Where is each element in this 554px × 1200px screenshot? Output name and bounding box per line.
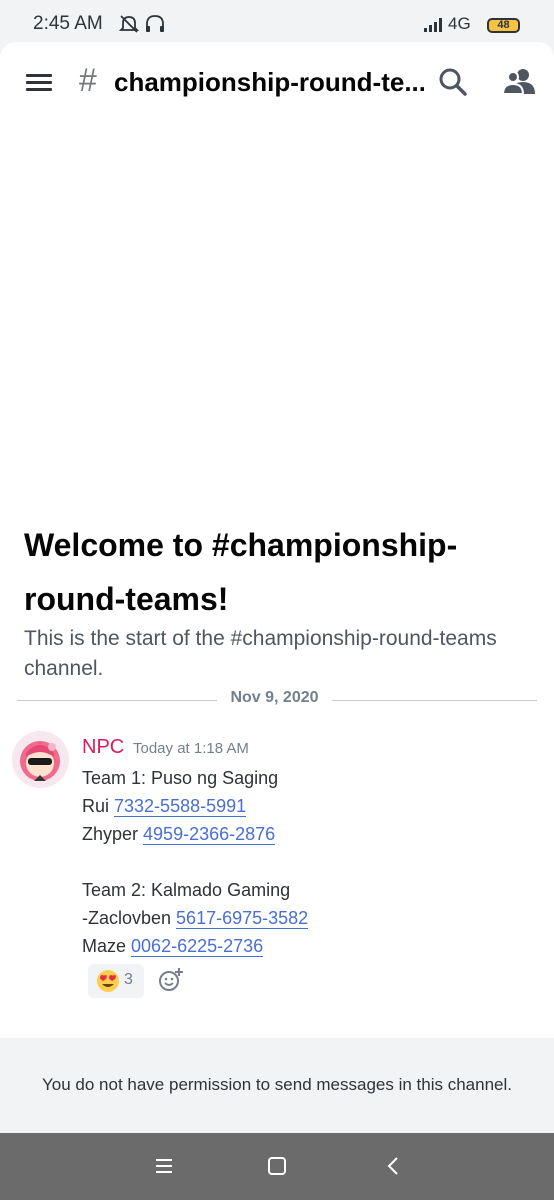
message-author[interactable]: NPC: [82, 736, 124, 759]
channel-title[interactable]: championship-round-te...: [114, 67, 424, 98]
divider-date: Nov 9, 2020: [230, 689, 319, 706]
welcome-title: Welcome to #championship-round-teams!: [24, 527, 458, 617]
message-line: Zhyper 4959-2366-2876: [82, 820, 308, 848]
message-timestamp: Today at 1:18 AM: [133, 740, 249, 757]
divider-line: [332, 700, 537, 701]
message-line: Rui 7332-5588-5991: [82, 792, 308, 820]
message-text: Rui: [82, 796, 115, 816]
message-link[interactable]: 7332-5588-5991: [114, 796, 247, 817]
avatar[interactable]: [12, 731, 69, 788]
date-divider: Nov 9, 2020: [17, 687, 537, 713]
members-icon[interactable]: [501, 66, 536, 98]
message-text: Zhyper: [82, 824, 144, 844]
reaction-count: 3: [124, 971, 133, 988]
channel-header: # championship-round-te...: [0, 42, 554, 122]
message-line: Team 1: Puso ng Saging: [82, 764, 308, 792]
signal-icon: [423, 15, 445, 37]
chat-screen: # championship-round-te... Welcome to #c…: [0, 42, 554, 1038]
status-time: 2:45 AM: [33, 13, 103, 34]
message-text: Maze: [82, 936, 132, 956]
recent-apps-icon[interactable]: [150, 1153, 178, 1179]
message-link[interactable]: 5617-6975-3582: [176, 908, 309, 929]
heart-eyes-emoji-icon: [96, 969, 120, 993]
channel-hash-icon: #: [79, 62, 97, 98]
reaction-button[interactable]: 3: [88, 964, 144, 998]
bell-off-icon: [118, 13, 140, 39]
menu-icon[interactable]: [22, 68, 56, 96]
message-line: Team 2: Kalmado Gaming: [82, 876, 308, 904]
message-text: -Zaclovben: [82, 908, 177, 928]
message-line: -Zaclovben 5617-6975-3582: [82, 904, 309, 932]
message-body: Team 1: Puso ng Saging Rui 7332-5588-599…: [82, 764, 309, 960]
message-link[interactable]: 4959-2366-2876: [143, 824, 276, 845]
message-line: [82, 848, 308, 876]
message-text: Team 2: Kalmado Gaming: [82, 880, 291, 900]
message-link[interactable]: 0062-6225-2736: [131, 936, 264, 957]
message-line: Maze 0062-6225-2736: [82, 932, 308, 960]
divider-line: [17, 700, 217, 701]
search-icon[interactable]: [437, 66, 469, 98]
battery-indicator: 48: [487, 18, 520, 33]
home-icon[interactable]: [263, 1153, 291, 1179]
welcome-subtitle: This is the start of the #championship-r…: [24, 627, 497, 680]
add-reaction-icon[interactable]: [158, 967, 184, 993]
message-text: Team 1: Puso ng Saging: [82, 768, 279, 788]
system-nav-bar: [0, 1133, 554, 1200]
permission-notice: You do not have permission to send messa…: [42, 1075, 512, 1094]
permission-bar: You do not have permission to send messa…: [0, 1038, 554, 1133]
headphones-icon: [144, 13, 166, 39]
back-icon[interactable]: [380, 1153, 408, 1179]
status-bar: 2:45 AM 4G 48: [0, 0, 554, 42]
network-type: 4G: [448, 14, 471, 33]
